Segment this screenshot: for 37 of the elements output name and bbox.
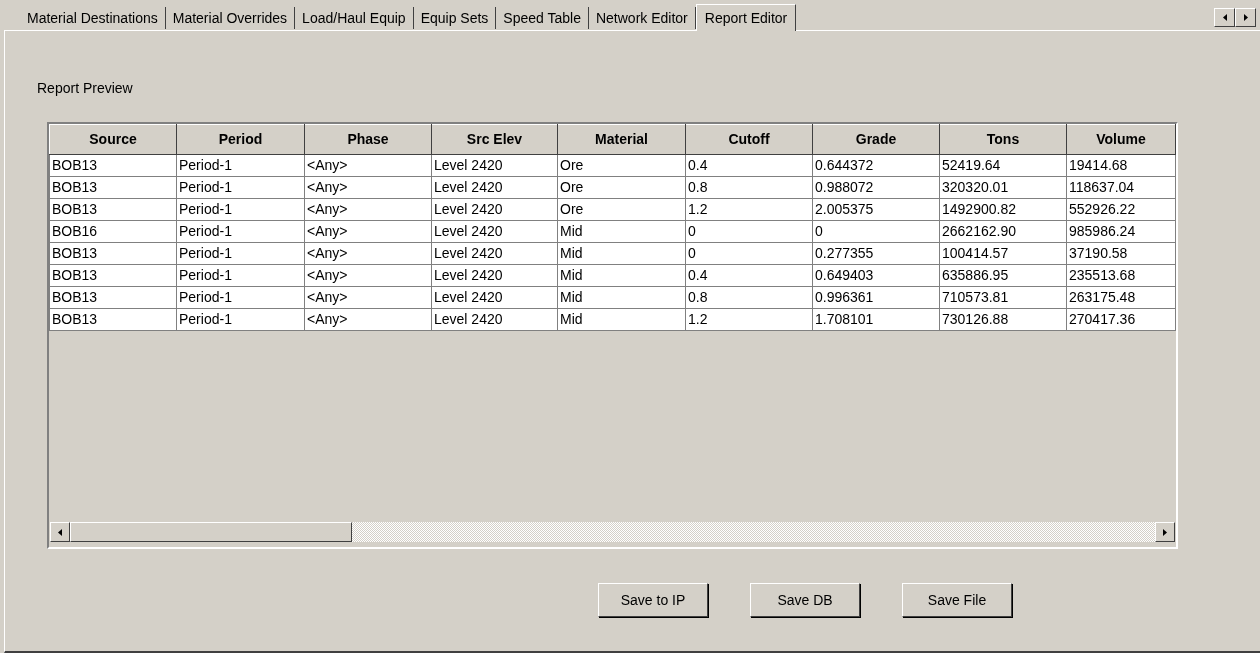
scroll-left-button[interactable] [50, 522, 70, 542]
right-arrow-icon [1163, 528, 1167, 536]
tab[interactable]: Report Editor [695, 4, 797, 31]
column-header[interactable]: Source [49, 124, 177, 155]
tab[interactable]: Load/Haul Equip [295, 7, 414, 29]
column-header[interactable]: Volume [1066, 124, 1176, 155]
tab[interactable]: Network Editor [588, 7, 696, 29]
table-cell: BOB13 [49, 198, 177, 221]
table-cell: BOB13 [49, 242, 177, 265]
table-cell: BOB13 [49, 176, 177, 199]
scrollbar-thumb[interactable] [70, 522, 352, 542]
tab[interactable]: Equip Sets [413, 7, 497, 29]
scroll-left-button[interactable] [1214, 8, 1235, 27]
table-cell: BOB13 [49, 264, 177, 287]
right-arrow-icon [1243, 14, 1248, 21]
table-cell: BOB13 [49, 154, 177, 177]
save-button[interactable]: Save DB [750, 583, 860, 617]
tab[interactable]: Material Destinations [20, 7, 166, 29]
scroll-right-button[interactable] [1235, 8, 1256, 27]
column-header[interactable]: Material [557, 124, 686, 155]
column-header[interactable]: Src Elev [431, 124, 558, 155]
column-header[interactable]: Tons [939, 124, 1067, 155]
panel-title: Report Preview [37, 79, 133, 98]
table-cell: BOB13 [49, 308, 177, 331]
column-header[interactable]: Cutoff [685, 124, 813, 155]
column-header[interactable]: Phase [304, 124, 432, 155]
save-button[interactable]: Save to IP [598, 583, 708, 617]
table-cell: BOB16 [49, 220, 177, 243]
left-arrow-icon [58, 528, 62, 536]
column-header[interactable]: Grade [812, 124, 940, 155]
left-arrow-icon [1222, 14, 1227, 21]
tab[interactable]: Material Overrides [165, 7, 296, 29]
table-cell: BOB13 [49, 286, 177, 309]
column-header[interactable]: Period [176, 124, 305, 155]
tab[interactable]: Speed Table [496, 7, 589, 29]
save-button[interactable]: Save File [902, 583, 1012, 617]
scroll-right-button[interactable] [1155, 522, 1175, 542]
